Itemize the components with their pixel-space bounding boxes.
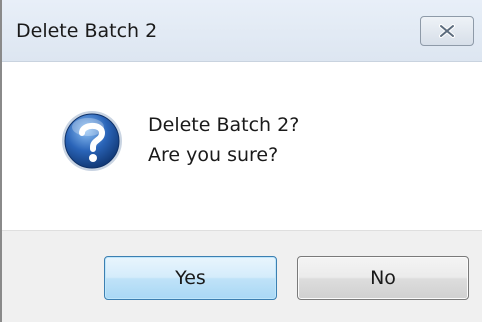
title-bar[interactable]: Delete Batch 2 [2, 0, 482, 62]
yes-button[interactable]: Yes [104, 256, 277, 300]
close-button[interactable] [420, 16, 474, 46]
message-area: Delete Batch 2? Are you sure? [2, 63, 482, 230]
message-line-1: Delete Batch 2? [148, 114, 300, 136]
question-icon [60, 109, 124, 173]
window-title: Delete Batch 2 [16, 20, 158, 42]
close-icon [439, 24, 455, 38]
confirm-dialog: Delete Batch 2 Delete Batch 2? Are you s… [0, 0, 482, 322]
message-line-2: Are you sure? [148, 144, 279, 166]
button-bar: Yes No [2, 230, 482, 322]
no-button[interactable]: No [297, 256, 469, 300]
